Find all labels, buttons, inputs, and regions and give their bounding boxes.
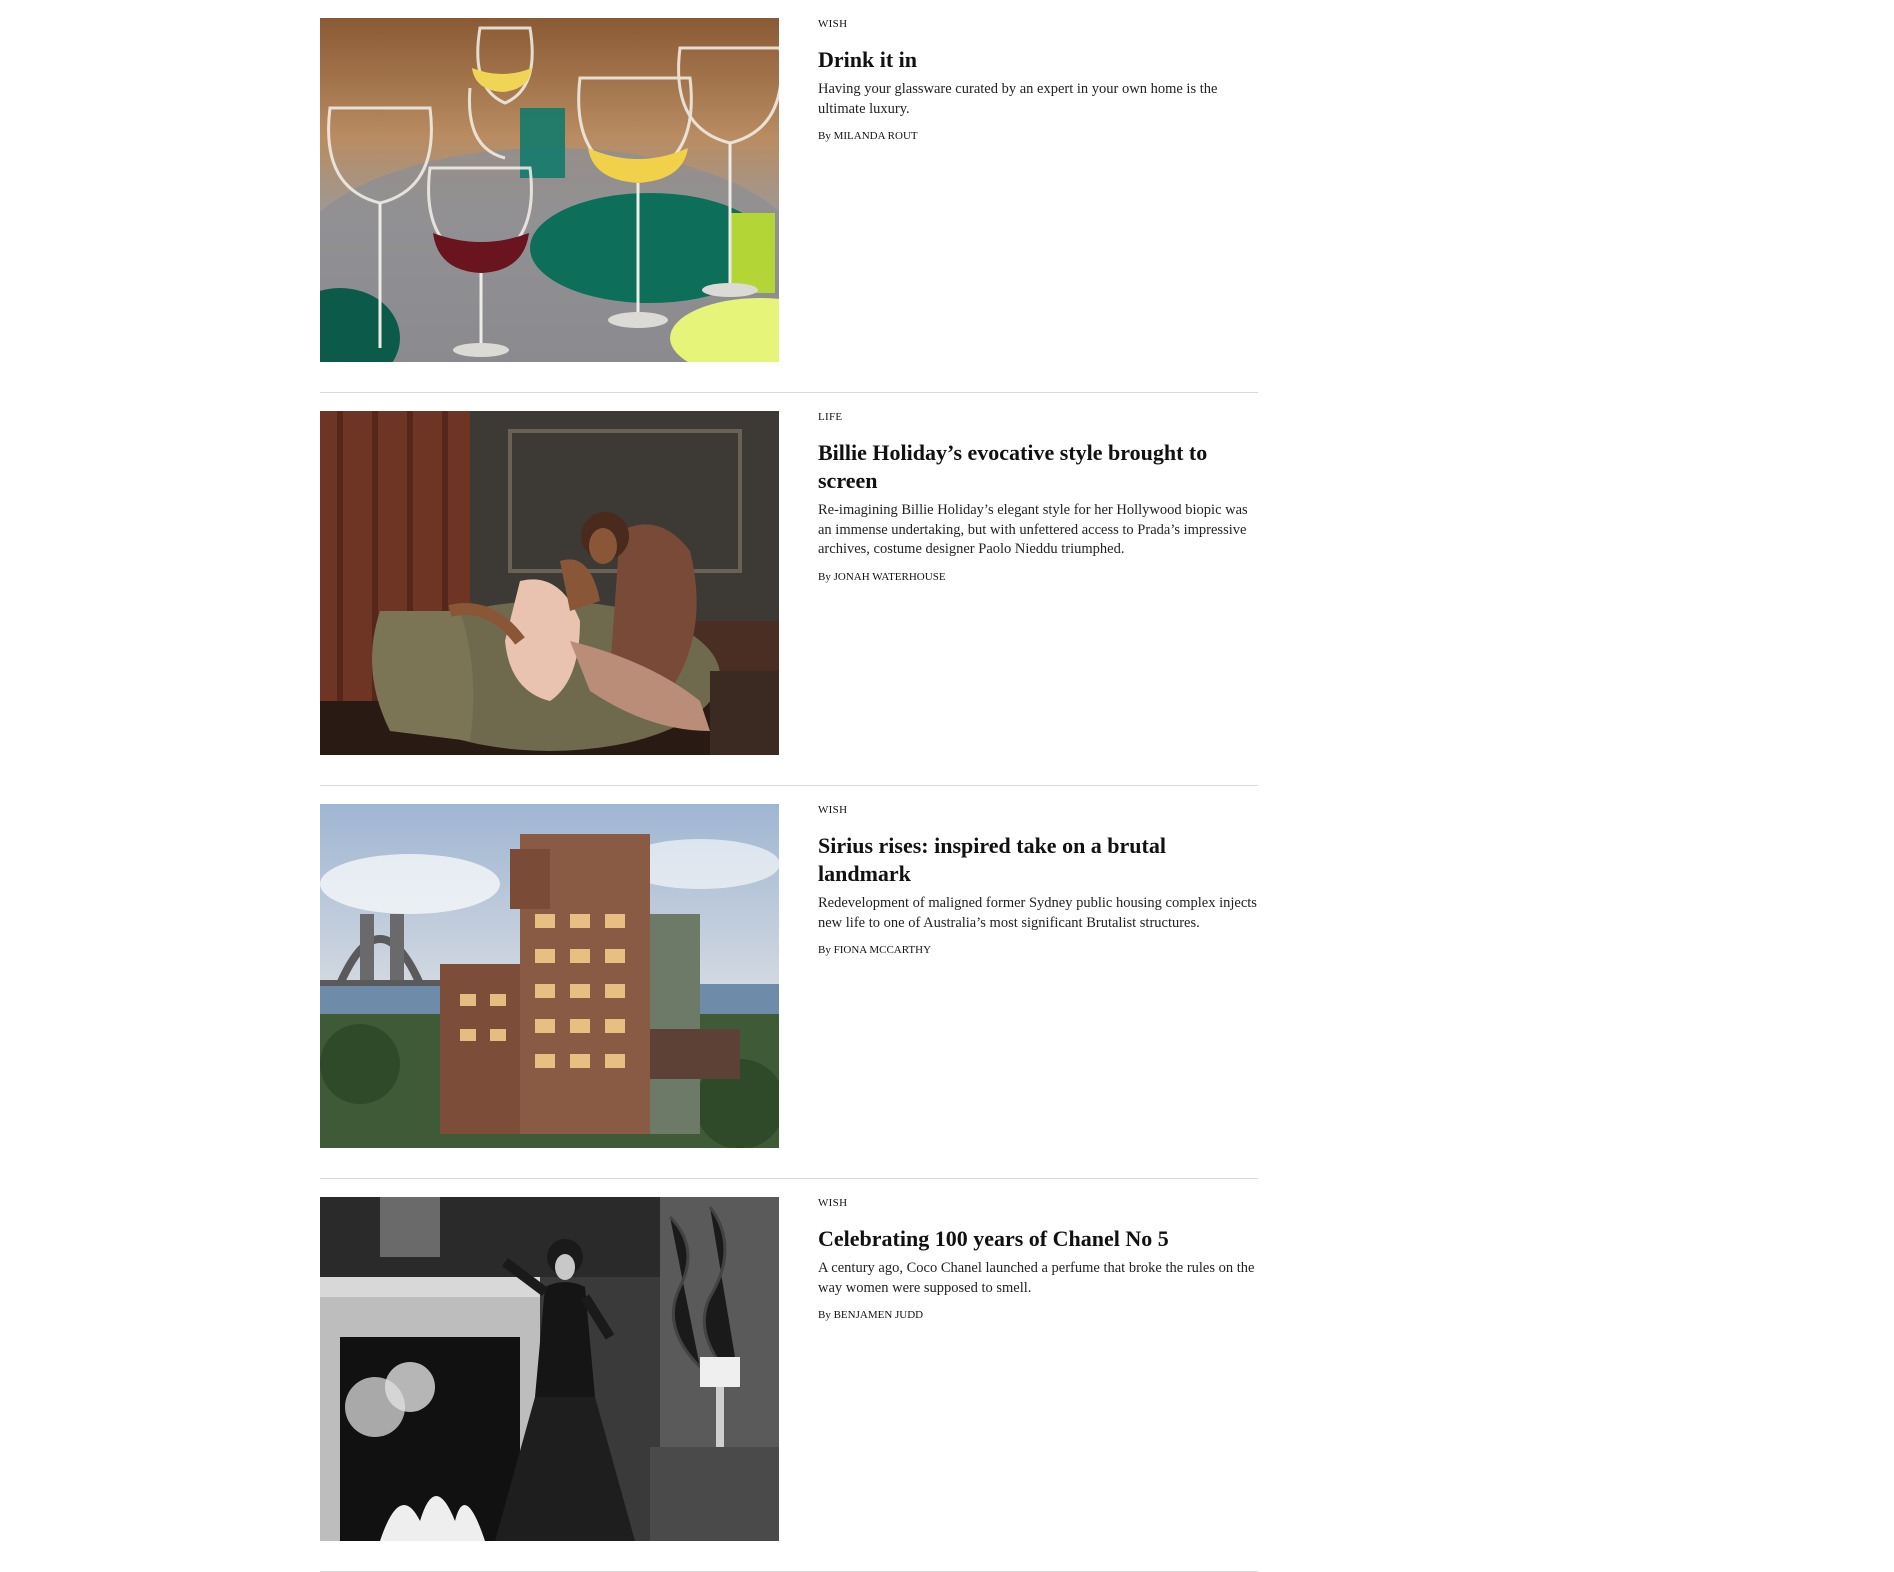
byline-prefix: By <box>818 944 831 956</box>
article-summary: Redevelopment of maligned former Sydney … <box>818 895 1257 931</box>
article-image-billie-holiday[interactable] <box>320 411 779 755</box>
byline-prefix: By <box>818 1309 831 1321</box>
article-card: LIFE Billie Holiday’s evocative style br… <box>320 393 1258 786</box>
byline-prefix: By <box>818 130 831 142</box>
article-byline: By MILANDA ROUT <box>818 129 1258 143</box>
article-image-sirius-building[interactable] <box>320 804 779 1148</box>
article-section-label[interactable]: LIFE <box>818 410 1258 424</box>
article-headline[interactable]: Celebrating 100 years of Chanel No 5 <box>818 1225 1258 1253</box>
article-headline[interactable]: Billie Holiday’s evocative style brought… <box>818 439 1258 495</box>
article-headline[interactable]: Drink it in <box>818 46 1258 74</box>
article-image-wine-glasses[interactable] <box>320 18 779 362</box>
article-feed: WISH Drink it in Having your glassware c… <box>320 0 1258 1572</box>
byline-prefix: By <box>818 570 831 583</box>
article-image-coco-chanel[interactable] <box>320 1197 779 1541</box>
article-section-label[interactable]: WISH <box>818 1196 1258 1210</box>
article-section-label[interactable]: WISH <box>818 17 1258 31</box>
woman-in-armchair-illustration <box>320 411 779 755</box>
byline-author[interactable]: BENJAMEN JUDD <box>834 1309 924 1321</box>
wine-glasses-illustration <box>320 18 779 362</box>
sydney-building-illustration <box>320 804 779 1148</box>
article-summary: Re-imagining Billie Holiday’s elegant st… <box>818 502 1248 557</box>
article-summary: A century ago, Coco Chanel launched a pe… <box>818 1260 1255 1296</box>
byline-author[interactable]: FIONA MCCARTHY <box>834 944 931 956</box>
byline-author[interactable]: JONAH WATERHOUSE <box>834 571 946 583</box>
article-card: WISH Celebrating 100 years of Chanel No … <box>320 1179 1258 1572</box>
article-section-label[interactable]: WISH <box>818 803 1258 817</box>
byline-author[interactable]: MILANDA ROUT <box>834 130 918 142</box>
article-card: WISH Sirius rises: inspired take on a br… <box>320 786 1258 1179</box>
article-text: WISH Celebrating 100 years of Chanel No … <box>818 1196 1258 1322</box>
article-summary: Having your glassware curated by an expe… <box>818 81 1218 117</box>
article-text: WISH Sirius rises: inspired take on a br… <box>818 803 1258 957</box>
article-headline[interactable]: Sirius rises: inspired take on a brutal … <box>818 832 1258 888</box>
chanel-fireplace-illustration <box>320 1197 779 1541</box>
article-text: LIFE Billie Holiday’s evocative style br… <box>818 410 1258 584</box>
article-text: WISH Drink it in Having your glassware c… <box>818 17 1258 143</box>
article-byline: By JONAH WATERHOUSE <box>818 570 1258 584</box>
article-byline: By FIONA MCCARTHY <box>818 943 1258 957</box>
article-byline: By BENJAMEN JUDD <box>818 1308 1258 1322</box>
article-card: WISH Drink it in Having your glassware c… <box>320 0 1258 393</box>
